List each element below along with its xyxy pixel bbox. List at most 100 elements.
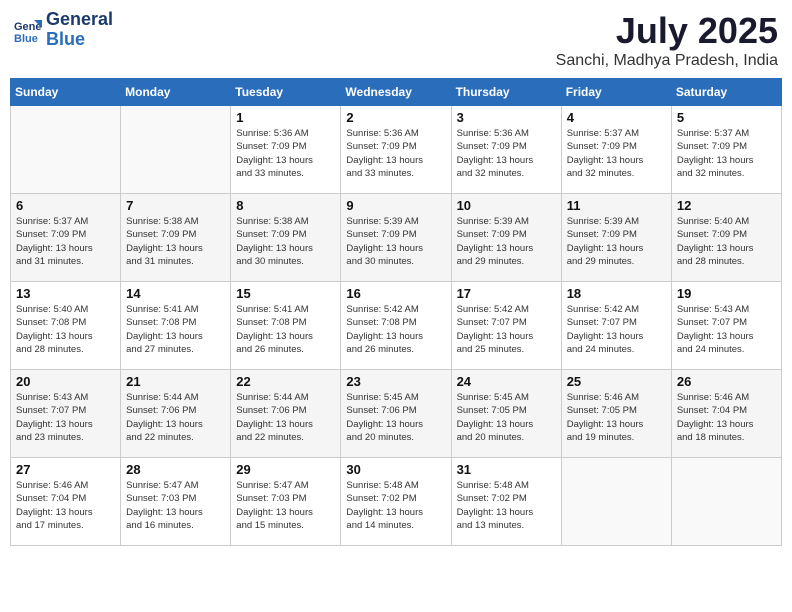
cell-info-line: Sunset: 7:06 PM — [346, 404, 445, 417]
cell-info-line: Sunrise: 5:36 AM — [457, 127, 556, 140]
cell-info-line: Sunset: 7:02 PM — [346, 492, 445, 505]
cell-info-line: and 20 minutes. — [346, 431, 445, 444]
cell-info-line: Daylight: 13 hours — [567, 154, 666, 167]
cell-info-line: Sunrise: 5:40 AM — [16, 303, 115, 316]
calendar-cell: 14Sunrise: 5:41 AMSunset: 7:08 PMDayligh… — [121, 282, 231, 370]
cell-info-line: and 24 minutes. — [567, 343, 666, 356]
cell-info-line: and 22 minutes. — [126, 431, 225, 444]
cell-info-line: Sunset: 7:07 PM — [457, 316, 556, 329]
cell-info-line: Daylight: 13 hours — [346, 418, 445, 431]
cell-info-line: and 31 minutes. — [16, 255, 115, 268]
cell-info-line: Sunrise: 5:48 AM — [346, 479, 445, 492]
cell-info-line: and 28 minutes. — [677, 255, 776, 268]
cell-info-line: and 29 minutes. — [457, 255, 556, 268]
weekday-header-thursday: Thursday — [451, 79, 561, 106]
day-number: 29 — [236, 462, 335, 477]
day-number: 18 — [567, 286, 666, 301]
cell-info-line: Sunrise: 5:45 AM — [457, 391, 556, 404]
day-number: 6 — [16, 198, 115, 213]
calendar-cell: 10Sunrise: 5:39 AMSunset: 7:09 PMDayligh… — [451, 194, 561, 282]
cell-info-line: and 13 minutes. — [457, 519, 556, 532]
cell-info-line: Sunset: 7:09 PM — [236, 140, 335, 153]
calendar-cell — [671, 458, 781, 546]
cell-info-line: Daylight: 13 hours — [16, 418, 115, 431]
calendar-cell — [561, 458, 671, 546]
cell-info-line: and 23 minutes. — [16, 431, 115, 444]
cell-info-line: Sunset: 7:09 PM — [457, 140, 556, 153]
month-year-title: July 2025 — [556, 10, 778, 52]
cell-info-line: Daylight: 13 hours — [126, 242, 225, 255]
cell-info-line: and 26 minutes. — [236, 343, 335, 356]
calendar-cell: 19Sunrise: 5:43 AMSunset: 7:07 PMDayligh… — [671, 282, 781, 370]
day-number: 5 — [677, 110, 776, 125]
cell-info-line: Sunrise: 5:39 AM — [567, 215, 666, 228]
calendar-cell: 3Sunrise: 5:36 AMSunset: 7:09 PMDaylight… — [451, 106, 561, 194]
cell-info-line: Sunset: 7:06 PM — [126, 404, 225, 417]
cell-info-line: and 33 minutes. — [236, 167, 335, 180]
cell-info-line: and 18 minutes. — [677, 431, 776, 444]
day-number: 30 — [346, 462, 445, 477]
cell-info-line: Sunrise: 5:48 AM — [457, 479, 556, 492]
calendar-cell: 23Sunrise: 5:45 AMSunset: 7:06 PMDayligh… — [341, 370, 451, 458]
calendar-week-row: 13Sunrise: 5:40 AMSunset: 7:08 PMDayligh… — [11, 282, 782, 370]
cell-info-line: Daylight: 13 hours — [677, 242, 776, 255]
cell-info-line: Sunrise: 5:47 AM — [126, 479, 225, 492]
cell-info-line: Sunrise: 5:40 AM — [677, 215, 776, 228]
calendar-cell: 11Sunrise: 5:39 AMSunset: 7:09 PMDayligh… — [561, 194, 671, 282]
title-block: July 2025 Sanchi, Madhya Pradesh, India — [556, 10, 778, 70]
cell-info-line: Sunset: 7:07 PM — [16, 404, 115, 417]
cell-info-line: Daylight: 13 hours — [236, 506, 335, 519]
cell-info-line: Sunset: 7:09 PM — [16, 228, 115, 241]
calendar-cell: 29Sunrise: 5:47 AMSunset: 7:03 PMDayligh… — [231, 458, 341, 546]
day-number: 3 — [457, 110, 556, 125]
cell-info-line: Sunrise: 5:44 AM — [126, 391, 225, 404]
calendar-cell: 15Sunrise: 5:41 AMSunset: 7:08 PMDayligh… — [231, 282, 341, 370]
cell-info-line: and 26 minutes. — [346, 343, 445, 356]
calendar-cell: 26Sunrise: 5:46 AMSunset: 7:04 PMDayligh… — [671, 370, 781, 458]
cell-info-line: Daylight: 13 hours — [567, 242, 666, 255]
cell-info-line: and 30 minutes. — [346, 255, 445, 268]
cell-info-line: Sunrise: 5:46 AM — [16, 479, 115, 492]
day-number: 19 — [677, 286, 776, 301]
cell-info-line: Daylight: 13 hours — [126, 330, 225, 343]
weekday-header-wednesday: Wednesday — [341, 79, 451, 106]
cell-info-line: Daylight: 13 hours — [457, 506, 556, 519]
cell-info-line: Sunrise: 5:37 AM — [567, 127, 666, 140]
cell-info-line: Sunrise: 5:36 AM — [236, 127, 335, 140]
cell-info-line: and 14 minutes. — [346, 519, 445, 532]
cell-info-line: Daylight: 13 hours — [457, 242, 556, 255]
cell-info-line: Daylight: 13 hours — [346, 154, 445, 167]
cell-info-line: Sunset: 7:08 PM — [236, 316, 335, 329]
cell-info-line: Sunset: 7:05 PM — [567, 404, 666, 417]
calendar-cell: 21Sunrise: 5:44 AMSunset: 7:06 PMDayligh… — [121, 370, 231, 458]
cell-info-line: and 31 minutes. — [126, 255, 225, 268]
day-number: 7 — [126, 198, 225, 213]
cell-info-line: Sunrise: 5:39 AM — [346, 215, 445, 228]
cell-info-line: Sunrise: 5:47 AM — [236, 479, 335, 492]
cell-info-line: Sunset: 7:07 PM — [677, 316, 776, 329]
calendar-cell: 16Sunrise: 5:42 AMSunset: 7:08 PMDayligh… — [341, 282, 451, 370]
cell-info-line: Daylight: 13 hours — [126, 418, 225, 431]
cell-info-line: Sunset: 7:07 PM — [567, 316, 666, 329]
cell-info-line: Daylight: 13 hours — [16, 330, 115, 343]
cell-info-line: Daylight: 13 hours — [16, 242, 115, 255]
day-number: 20 — [16, 374, 115, 389]
cell-info-line: and 16 minutes. — [126, 519, 225, 532]
day-number: 4 — [567, 110, 666, 125]
cell-info-line: Sunset: 7:09 PM — [126, 228, 225, 241]
cell-info-line: Daylight: 13 hours — [677, 330, 776, 343]
calendar-cell: 28Sunrise: 5:47 AMSunset: 7:03 PMDayligh… — [121, 458, 231, 546]
day-number: 14 — [126, 286, 225, 301]
day-number: 31 — [457, 462, 556, 477]
cell-info-line: Sunset: 7:03 PM — [126, 492, 225, 505]
cell-info-line: Sunrise: 5:42 AM — [567, 303, 666, 316]
cell-info-line: and 25 minutes. — [457, 343, 556, 356]
day-number: 16 — [346, 286, 445, 301]
day-number: 25 — [567, 374, 666, 389]
cell-info-line: Sunset: 7:08 PM — [16, 316, 115, 329]
calendar-cell: 22Sunrise: 5:44 AMSunset: 7:06 PMDayligh… — [231, 370, 341, 458]
calendar-cell: 17Sunrise: 5:42 AMSunset: 7:07 PMDayligh… — [451, 282, 561, 370]
calendar-cell: 2Sunrise: 5:36 AMSunset: 7:09 PMDaylight… — [341, 106, 451, 194]
location-subtitle: Sanchi, Madhya Pradesh, India — [556, 52, 778, 70]
day-number: 22 — [236, 374, 335, 389]
